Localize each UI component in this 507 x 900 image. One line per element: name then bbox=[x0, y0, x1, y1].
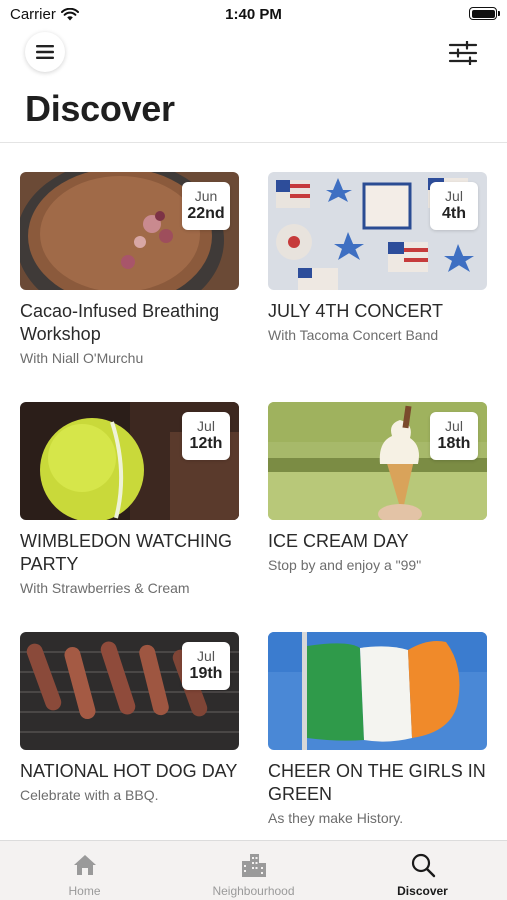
date-badge: Jul 4th bbox=[430, 182, 478, 230]
home-icon bbox=[73, 855, 96, 875]
event-title: JULY 4TH CONCERT bbox=[268, 301, 444, 321]
event-card[interactable]: Jun 22nd Cacao-Infused Breathing Worksho… bbox=[20, 172, 239, 402]
date-day: 18th bbox=[437, 435, 471, 452]
status-bar: Carrier 1:40 PM bbox=[0, 0, 507, 28]
date-month: Jul bbox=[197, 418, 215, 434]
event-card[interactable]: Jul 12th WIMBLEDON WATCHING PARTY With S… bbox=[20, 402, 239, 632]
date-day: 12th bbox=[189, 435, 223, 452]
header-divider bbox=[0, 142, 507, 143]
ice-cream-cone-photo: Jul 18th bbox=[268, 402, 487, 520]
cacao-drink-photo: Jun 22nd bbox=[20, 172, 239, 290]
july-4th-cookies-photo: Jul 4th bbox=[268, 172, 487, 290]
event-subtitle: With Niall O'Murchu bbox=[20, 350, 144, 366]
menu-button[interactable] bbox=[25, 32, 65, 72]
date-badge: Jul 18th bbox=[430, 412, 478, 460]
event-title: ICE CREAM DAY bbox=[268, 531, 409, 551]
date-badge: Jun 22nd bbox=[182, 182, 230, 230]
event-subtitle: With Strawberries & Cream bbox=[20, 580, 190, 596]
tab-label: Home bbox=[68, 884, 101, 898]
event-subtitle: Celebrate with a BBQ. bbox=[20, 787, 159, 803]
event-title: Cacao-Infused Breathing Workshop bbox=[20, 301, 220, 344]
event-card[interactable]: Jul 18th ICE CREAM DAY Stop by and enjoy… bbox=[268, 402, 487, 632]
event-subtitle: With Tacoma Concert Band bbox=[268, 327, 439, 343]
hamburger-menu-icon bbox=[36, 45, 54, 59]
battery-icon bbox=[469, 7, 500, 20]
event-title: NATIONAL HOT DOG DAY bbox=[20, 761, 238, 781]
buildings-icon bbox=[241, 854, 266, 877]
event-title: WIMBLEDON WATCHING PARTY bbox=[20, 531, 232, 574]
tab-neighbourhood[interactable]: Neighbourhood bbox=[169, 841, 338, 900]
event-subtitle: As they make History. bbox=[268, 810, 404, 826]
date-day: 22nd bbox=[187, 205, 225, 222]
date-month: Jul bbox=[445, 188, 463, 204]
date-month: Jul bbox=[197, 648, 215, 664]
sliders-icon bbox=[448, 41, 478, 65]
sausages-grill-photo: Jul 19th bbox=[20, 632, 239, 750]
tab-bar: Home Neighbourhood Discover bbox=[0, 840, 507, 900]
date-day: 4th bbox=[442, 205, 466, 222]
events-grid: Jun 22nd Cacao-Infused Breathing Worksho… bbox=[20, 172, 488, 862]
status-time: 1:40 PM bbox=[225, 6, 282, 23]
irish-flag-photo bbox=[268, 632, 487, 750]
tab-label: Neighbourhood bbox=[212, 884, 295, 898]
date-badge: Jul 12th bbox=[182, 412, 230, 460]
date-month: Jul bbox=[445, 418, 463, 434]
date-badge: Jul 19th bbox=[182, 642, 230, 690]
date-month: Jun bbox=[194, 188, 218, 204]
event-subtitle: Stop by and enjoy a "99" bbox=[268, 557, 422, 573]
page-title: Discover bbox=[25, 88, 175, 129]
tab-discover[interactable]: Discover bbox=[338, 841, 507, 900]
tab-home[interactable]: Home bbox=[0, 841, 169, 900]
tab-label: Discover bbox=[397, 884, 448, 898]
event-card[interactable]: Jul 19th NATIONAL HOT DOG DAY Celebrate … bbox=[20, 632, 239, 862]
tennis-ball-photo: Jul 12th bbox=[20, 402, 239, 520]
event-title: CHEER ON THE GIRLS IN GREEN bbox=[268, 761, 486, 804]
date-day: 19th bbox=[189, 665, 223, 682]
event-card[interactable]: CHEER ON THE GIRLS IN GREEN As they make… bbox=[268, 632, 487, 862]
filter-button[interactable] bbox=[444, 36, 482, 70]
search-icon bbox=[411, 853, 435, 878]
event-card[interactable]: Jul 4th JULY 4TH CONCERT With Tacoma Con… bbox=[268, 172, 487, 402]
